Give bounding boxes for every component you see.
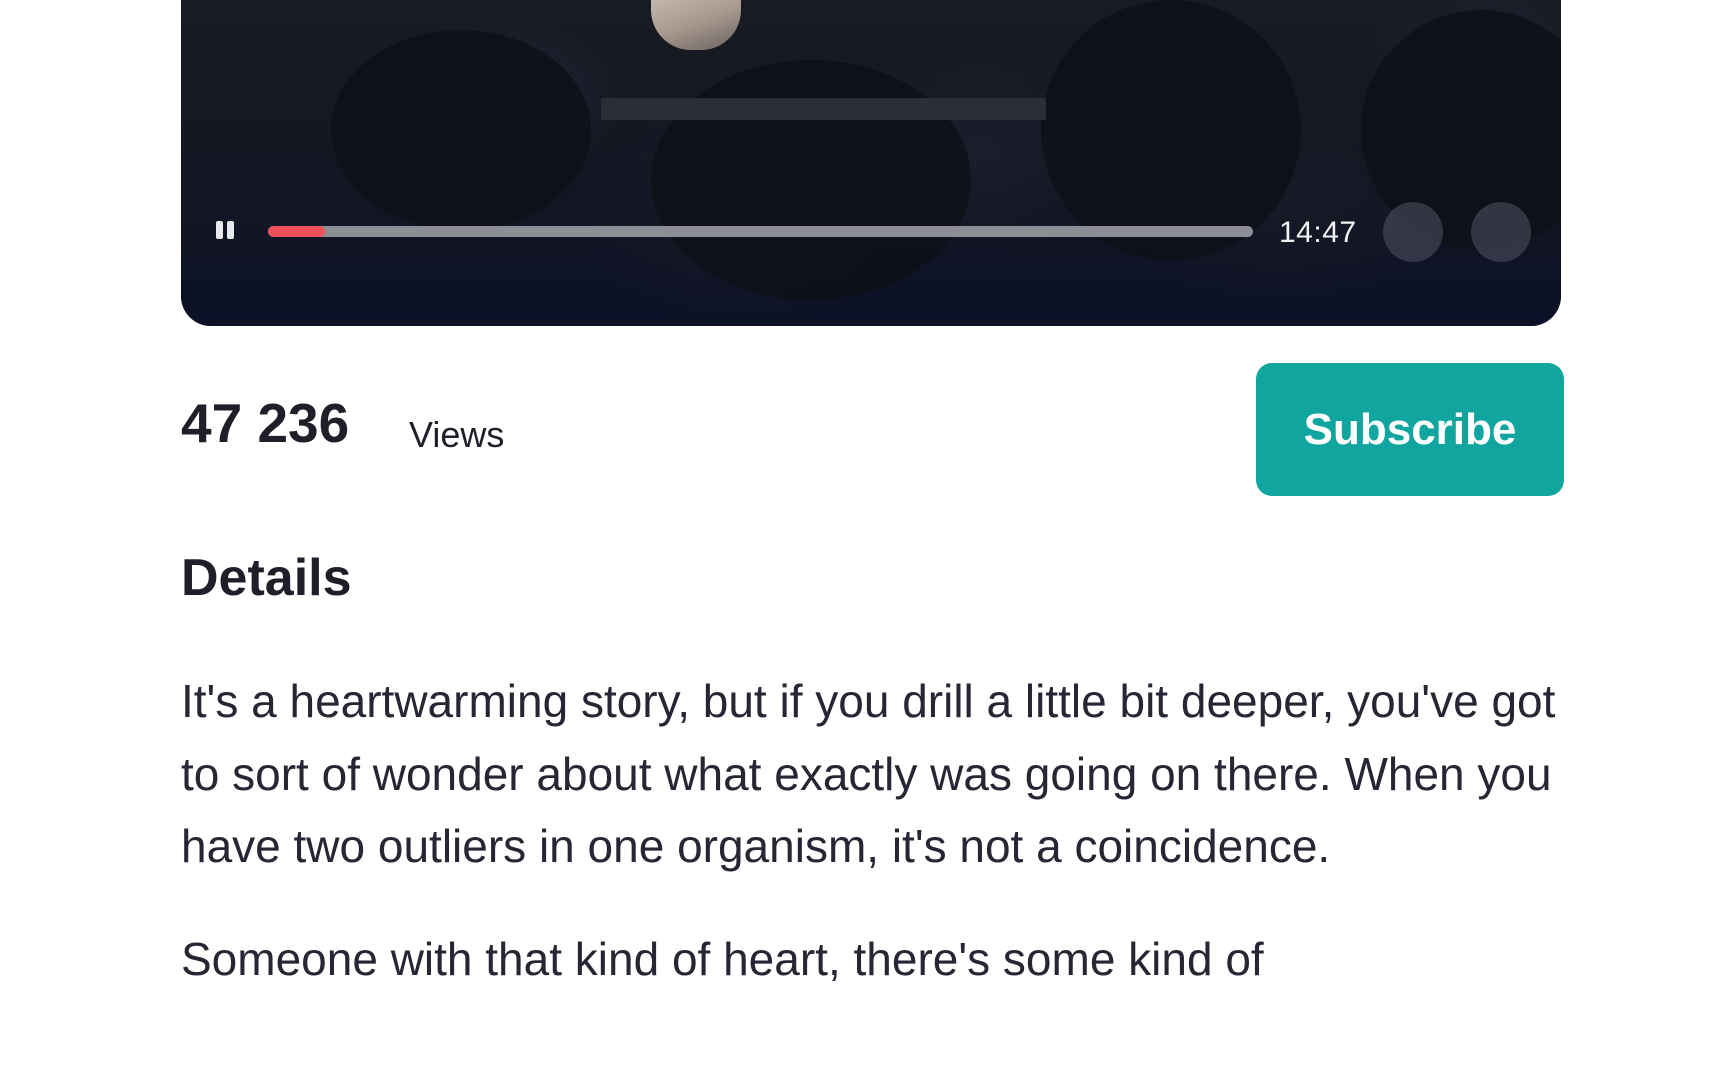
- progress-fill: [268, 226, 326, 237]
- subscribe-button[interactable]: Subscribe: [1256, 363, 1564, 496]
- video-player[interactable]: 14:47: [181, 0, 1561, 326]
- video-page: 14:47 47 236 Views Subscribe Details It'…: [0, 0, 1728, 1080]
- player-controls: 14:47: [181, 194, 1561, 264]
- progress-bar[interactable]: [268, 226, 1253, 237]
- views-label: Views: [409, 414, 505, 455]
- details-body: It's a heartwarming story, but if you dr…: [181, 665, 1561, 1035]
- speaker-hand: [651, 0, 741, 50]
- pause-icon: [227, 221, 234, 239]
- podium: [601, 98, 1046, 120]
- details-heading: Details: [181, 549, 352, 607]
- fullscreen-button[interactable]: [1471, 202, 1531, 262]
- details-paragraph: Someone with that kind of heart, there's…: [181, 932, 1264, 985]
- details-paragraph: It's a heartwarming story, but if you dr…: [181, 675, 1556, 872]
- current-time: 14:47: [1279, 216, 1357, 249]
- pause-button[interactable]: [213, 218, 237, 242]
- pause-icon: [216, 221, 223, 239]
- volume-button[interactable]: [1383, 202, 1443, 262]
- video-frame[interactable]: [181, 0, 1561, 326]
- audience-silhouette: [651, 60, 971, 300]
- views-count: 47 236: [181, 392, 350, 454]
